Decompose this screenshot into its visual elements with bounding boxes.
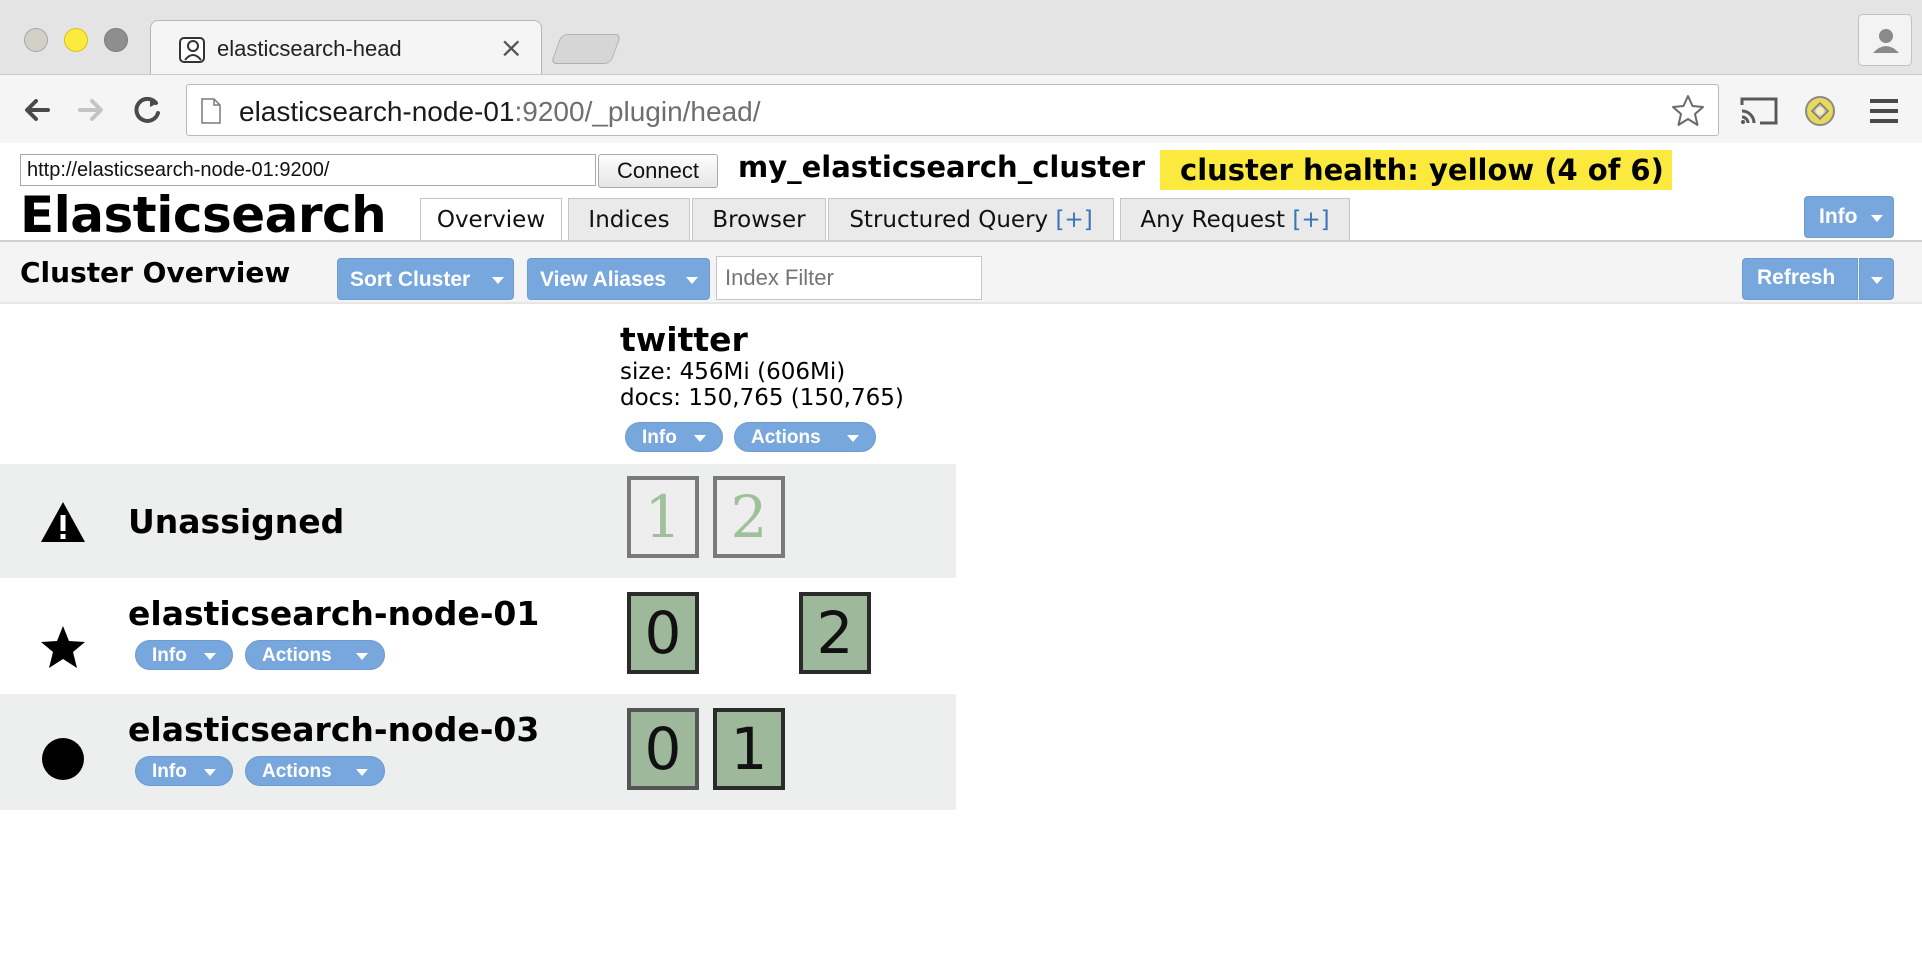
extension-icon[interactable] xyxy=(1800,91,1840,131)
tab-add-icon[interactable]: [+] xyxy=(1292,207,1329,233)
index-filter-input[interactable] xyxy=(716,256,982,300)
tab-structured-query[interactable]: Structured Query [+] xyxy=(828,198,1114,240)
warning-icon xyxy=(41,502,85,542)
shard-box[interactable]: 0 xyxy=(627,708,699,790)
new-tab-button[interactable] xyxy=(550,34,622,64)
node-actions-label: Actions xyxy=(262,645,332,666)
tab-close-icon[interactable]: × xyxy=(500,31,523,64)
browser-tab[interactable]: elasticsearch-head × xyxy=(150,20,542,76)
app-title: Elasticsearch xyxy=(20,186,387,244)
tab-indices[interactable]: Indices xyxy=(568,198,690,240)
circle-icon xyxy=(42,738,84,780)
tab-any-request[interactable]: Any Request [+] xyxy=(1120,198,1350,240)
star-icon xyxy=(41,626,85,668)
info-label: Info xyxy=(1819,205,1858,228)
index-actions-label: Actions xyxy=(751,427,821,448)
node-info-button[interactable]: Info xyxy=(135,640,233,670)
index-name: twitter xyxy=(620,320,748,359)
chevron-down-icon xyxy=(686,277,698,284)
view-aliases-label: View Aliases xyxy=(540,268,667,291)
url-text: elasticsearch-node-01:9200/_plugin/head/ xyxy=(239,96,761,128)
profile-button[interactable] xyxy=(1858,14,1912,66)
chevron-down-icon xyxy=(204,769,216,776)
chevron-down-icon xyxy=(1871,215,1883,222)
connection-url-input[interactable] xyxy=(20,154,596,186)
tab-browser[interactable]: Browser xyxy=(692,198,826,240)
index-info-label: Info xyxy=(642,427,677,448)
chevron-down-icon xyxy=(204,653,216,660)
browser-chrome: elasticsearch-head × elasticsearch-node-… xyxy=(0,0,1922,143)
refresh-options-button[interactable] xyxy=(1859,258,1894,300)
tab-label: Any Request xyxy=(1140,207,1293,233)
node-name: elasticsearch-node-01 xyxy=(128,594,540,633)
unassigned-shard[interactable]: 2 xyxy=(713,476,785,558)
node-actions-button[interactable]: Actions xyxy=(245,640,385,670)
node-actions-label: Actions xyxy=(262,761,332,782)
connect-button[interactable]: Connect xyxy=(598,154,718,188)
page-title: Cluster Overview xyxy=(20,256,291,289)
refresh-label: Refresh xyxy=(1757,266,1836,289)
unassigned-row: Unassigned 1 2 xyxy=(0,464,956,578)
chevron-down-icon xyxy=(694,435,706,442)
cluster-overview-toolbar: Cluster Overview Sort Cluster View Alias… xyxy=(0,242,1922,304)
shard-box[interactable]: 1 xyxy=(713,708,785,790)
node-actions-button[interactable]: Actions xyxy=(245,756,385,786)
tab-overview[interactable]: Overview xyxy=(420,198,562,241)
reload-icon[interactable] xyxy=(128,91,168,129)
node-row: elasticsearch-node-03 Info Actions 0 1 xyxy=(0,694,956,810)
tab-label: Overview xyxy=(436,207,546,233)
chevron-down-icon xyxy=(356,769,368,776)
bookmark-star-icon[interactable] xyxy=(1670,93,1706,129)
chevron-down-icon xyxy=(492,277,504,284)
chevron-down-icon xyxy=(1871,277,1883,284)
unassigned-shard[interactable]: 1 xyxy=(627,476,699,558)
tab-label: Browser xyxy=(712,207,806,233)
refresh-split-button: Refresh xyxy=(1742,258,1894,300)
cluster-name: my_elasticsearch_cluster xyxy=(738,150,1146,184)
url-host: elasticsearch-node-01 xyxy=(239,96,515,127)
row-label: Unassigned xyxy=(128,502,345,541)
cast-icon[interactable] xyxy=(1738,95,1780,127)
tab-title: elasticsearch-head xyxy=(217,36,402,61)
view-aliases-button[interactable]: View Aliases xyxy=(527,258,710,300)
shard-box[interactable]: 0 xyxy=(627,592,699,674)
url-path: :9200/_plugin/head/ xyxy=(514,96,761,127)
node-info-label: Info xyxy=(152,761,187,782)
tab-label: Structured Query xyxy=(849,207,1056,233)
node-name: elasticsearch-node-03 xyxy=(128,710,540,749)
node-info-button[interactable]: Info xyxy=(135,756,233,786)
tab-add-icon[interactable]: [+] xyxy=(1055,207,1092,233)
back-arrow-icon[interactable] xyxy=(18,91,58,129)
page-icon xyxy=(201,98,221,124)
shard-box[interactable]: 2 xyxy=(799,592,871,674)
node-row: elasticsearch-node-01 Info Actions 0 2 xyxy=(0,578,956,694)
index-size: size: 456Mi (606Mi) xyxy=(620,359,846,385)
refresh-button[interactable]: Refresh xyxy=(1742,258,1858,300)
tab-label: Indices xyxy=(588,207,670,233)
index-actions-button[interactable]: Actions xyxy=(734,422,876,452)
forward-arrow-icon[interactable] xyxy=(70,91,110,129)
index-info-button[interactable]: Info xyxy=(625,422,723,452)
elasticsearch-head-app: Connect my_elasticsearch_cluster cluster… xyxy=(0,144,1922,959)
tab-strip: elasticsearch-head × xyxy=(0,0,1922,76)
sort-cluster-button[interactable]: Sort Cluster xyxy=(337,258,514,300)
info-menu-button[interactable]: Info xyxy=(1804,196,1894,238)
window-maximize-button[interactable] xyxy=(104,28,128,52)
person-icon xyxy=(1873,29,1899,53)
elasticsearch-head-favicon-icon xyxy=(179,37,205,63)
cluster-health-badge: cluster health: yellow (4 of 6) xyxy=(1160,150,1672,190)
node-info-label: Info xyxy=(152,645,187,666)
window-minimize-button[interactable] xyxy=(64,28,88,52)
chevron-down-icon xyxy=(356,653,368,660)
menu-hamburger-icon[interactable] xyxy=(1866,95,1902,127)
address-bar[interactable]: elasticsearch-node-01:9200/_plugin/head/ xyxy=(186,84,1719,136)
browser-toolbar: elasticsearch-node-01:9200/_plugin/head/ xyxy=(0,74,1922,143)
window-close-button[interactable] xyxy=(24,28,48,52)
index-header: twitter size: 456Mi (606Mi) docs: 150,76… xyxy=(620,320,904,411)
index-docs: docs: 150,765 (150,765) xyxy=(620,385,904,411)
chevron-down-icon xyxy=(847,435,859,442)
sort-cluster-label: Sort Cluster xyxy=(350,268,471,291)
